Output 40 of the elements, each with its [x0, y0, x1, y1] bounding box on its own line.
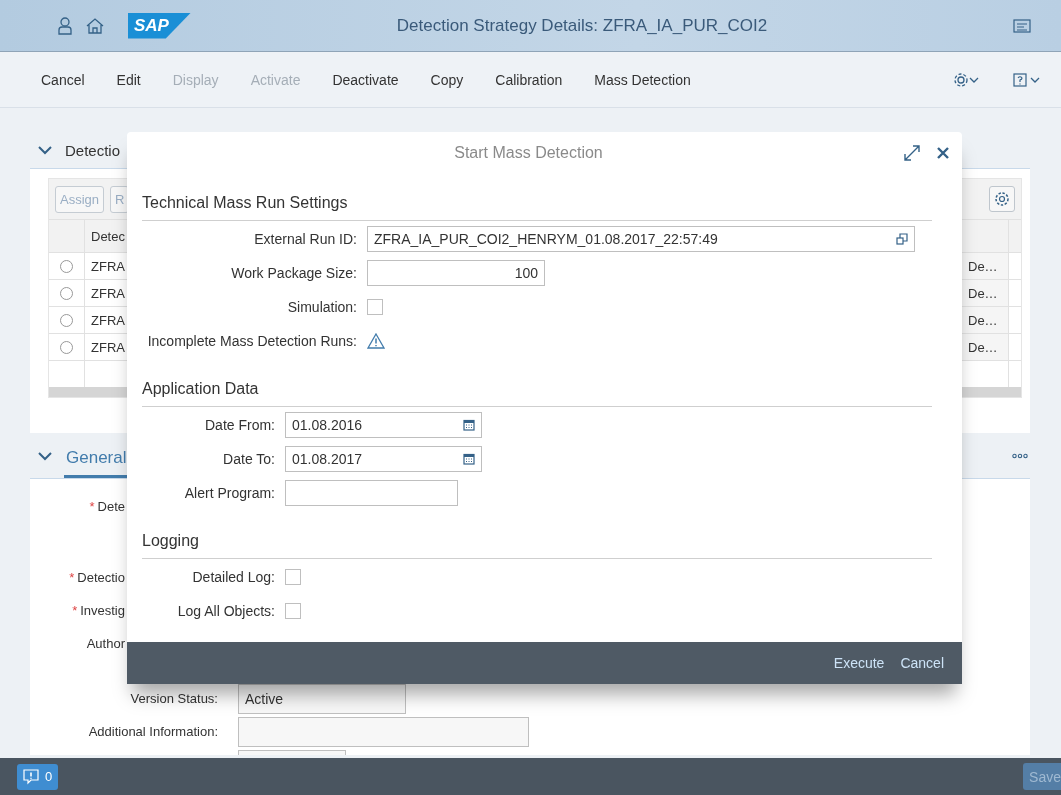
field-label: Detailed Log: [191, 569, 275, 585]
table-cell-text: ZFRA [90, 311, 126, 330]
field-label: * Investig [71, 603, 125, 618]
messages-button[interactable]: 0 [17, 763, 59, 790]
footer-button[interactable]: Execute [827, 651, 891, 675]
input-field[interactable]: ZFRA_IA_PUR_COI2_HENRYM_01.08.2017_22:57:49 [367, 226, 915, 252]
field-label: * Dete [88, 499, 125, 514]
dialog-title: Start Mass Detection [453, 144, 604, 162]
table-cell-text: ZFRA [90, 338, 126, 357]
table-cell-text: ZFRA [90, 284, 126, 303]
sap-logo[interactable]: SAP [128, 12, 191, 39]
section-title: Detectio [65, 141, 121, 159]
toolbar-button[interactable]: Mass Detection [581, 65, 704, 94]
field-label: Version Status: [129, 691, 218, 706]
toolbar-button[interactable]: Copy [417, 65, 477, 94]
input-field[interactable]: 100 [367, 260, 545, 286]
window-title: Detection Strategy Details: ZFRA_IA_PUR_COI2 [395, 15, 769, 36]
field-label: Log All Objects: [176, 603, 275, 619]
column-header[interactable]: Detec [85, 220, 131, 252]
field-label: Work Package Size: [230, 265, 357, 281]
field-label: Date From: [204, 417, 275, 433]
field-label: * Detectio [68, 570, 125, 585]
date-field[interactable]: 01.08.2017 [285, 446, 482, 472]
field-label: Simulation: [286, 299, 357, 315]
toolbar-button[interactable]: Cancel [28, 65, 98, 94]
section-title: Technical Mass Run Settings [142, 194, 932, 221]
field-label: External Run ID: [253, 231, 357, 247]
section-title: Logging [142, 532, 932, 559]
toolbar-button[interactable]: Deactivate [319, 65, 412, 94]
date-field[interactable]: 01.08.2016 [285, 412, 482, 438]
table-cell-text: ZFRA [90, 257, 126, 276]
footer-button[interactable]: Cancel [894, 651, 950, 675]
field-label: Date To: [222, 451, 275, 467]
toolbar-button[interactable]: Edit [103, 65, 154, 94]
section-title: Application Data [142, 380, 932, 407]
toolbar-button[interactable]: Calibration [482, 65, 576, 94]
field-label: Additional Information: [87, 724, 218, 739]
field-label: Author [85, 636, 125, 651]
field-label: Alert Program: [183, 485, 275, 501]
field-label: Incomplete Mass Detection Runs: [146, 333, 357, 349]
